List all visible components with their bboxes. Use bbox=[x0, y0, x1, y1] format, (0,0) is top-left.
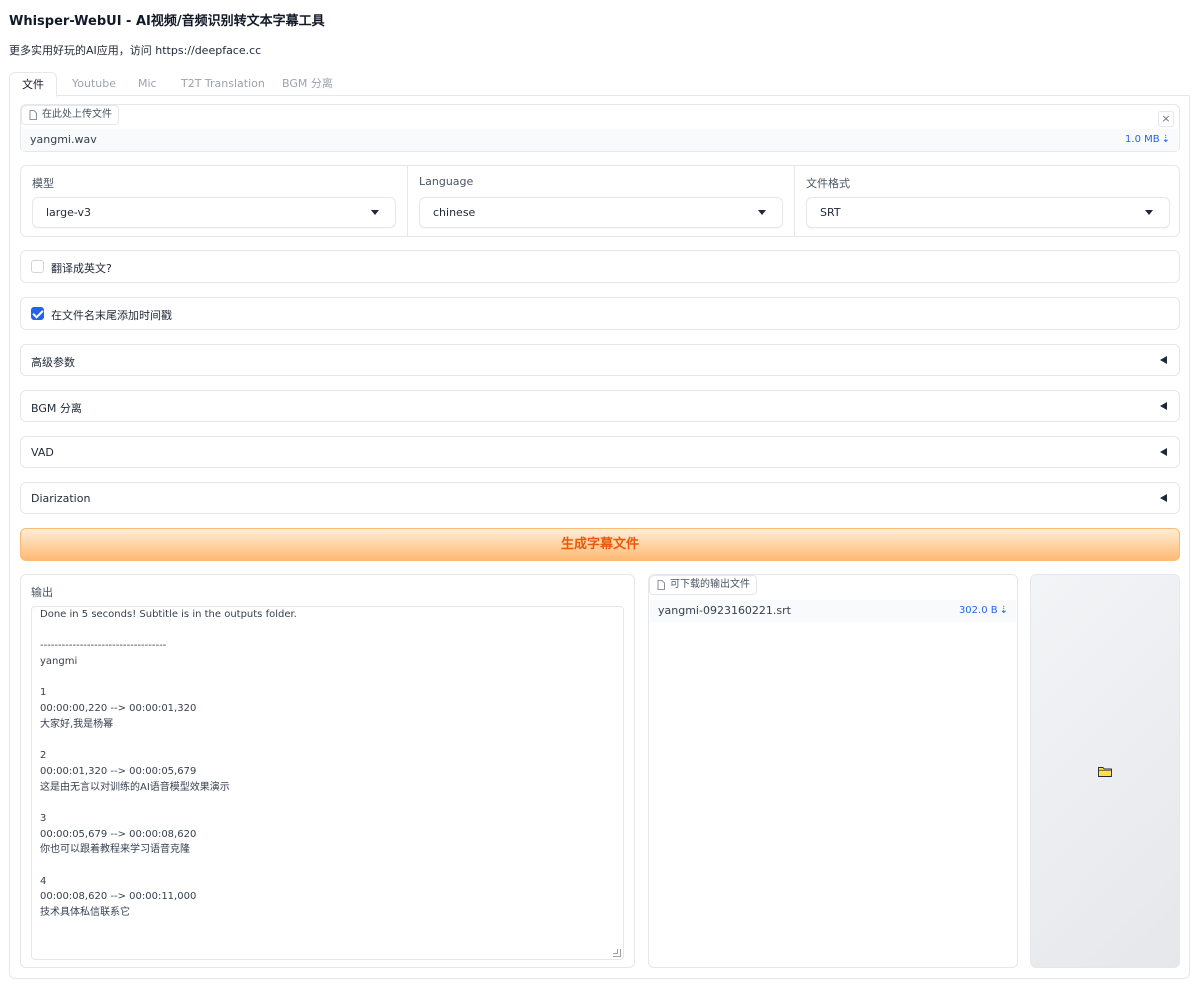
format-value: SRT bbox=[820, 206, 841, 219]
output-line: 2 bbox=[40, 750, 47, 762]
output-line: ----------------------------------- bbox=[40, 640, 167, 652]
model-value: large-v3 bbox=[46, 206, 92, 219]
output-line: 4 bbox=[40, 875, 47, 887]
uploaded-file-row: yangmi.wav 1.0 MB ⇣ bbox=[22, 129, 1178, 151]
translate-checkbox-row[interactable]: 翻译成英文? bbox=[20, 250, 1180, 283]
download-chip: 可下载的输出文件 bbox=[649, 575, 757, 595]
timestamp-checkbox-row[interactable]: 在文件名末尾添加时间戳 bbox=[20, 297, 1180, 330]
timestamp-checkbox-label: 在文件名末尾添加时间戳 bbox=[51, 309, 172, 322]
caret-left-icon bbox=[1160, 356, 1167, 364]
resize-handle-icon[interactable] bbox=[613, 949, 621, 957]
format-dropdown-group: 文件格式 SRT bbox=[795, 166, 1181, 236]
tab-file[interactable]: 文件 bbox=[9, 72, 57, 97]
app-subtitle: 更多实用好玩的AI应用，访问 https://deepface.cc bbox=[9, 44, 262, 57]
output-line: 3 bbox=[40, 812, 47, 824]
tab-t2t-translation[interactable]: T2T Translation bbox=[181, 72, 265, 96]
folder-icon[interactable] bbox=[1098, 766, 1112, 777]
output-file-name: yangmi-0923160221.srt bbox=[658, 604, 791, 617]
upload-chip-label: 在此处上传文件 bbox=[42, 109, 112, 120]
output-line: 00:00:00,220 --> 00:00:01,320 bbox=[40, 703, 197, 715]
file-upload[interactable]: 在此处上传文件 × yangmi.wav 1.0 MB ⇣ bbox=[20, 104, 1180, 152]
model-label: 模型 bbox=[32, 177, 54, 190]
output-line: 1 bbox=[40, 687, 47, 699]
file-icon bbox=[29, 110, 37, 120]
generate-subtitle-button[interactable]: 生成字幕文件 bbox=[20, 528, 1180, 561]
translate-checkbox-label: 翻译成英文? bbox=[51, 262, 112, 275]
output-line: yangmi bbox=[40, 656, 78, 668]
chevron-down-icon bbox=[371, 210, 379, 215]
model-select[interactable]: large-v3 bbox=[32, 197, 396, 228]
model-dropdown-group: 模型 large-v3 bbox=[21, 166, 407, 236]
output-label: 输出 bbox=[31, 586, 53, 599]
output-line: 大家好,我是杨幂 bbox=[40, 718, 114, 730]
uploaded-file-name: yangmi.wav bbox=[30, 133, 97, 146]
output-line: Done in 5 seconds! Subtitle is in the ou… bbox=[40, 609, 297, 620]
accordion-label: 高级参数 bbox=[31, 356, 75, 369]
accordion-label: Diarization bbox=[31, 492, 91, 505]
uploaded-file-size: 1.0 MB bbox=[1125, 134, 1160, 145]
chevron-down-icon bbox=[1145, 210, 1153, 215]
output-line: 00:00:01,320 --> 00:00:05,679 bbox=[40, 765, 197, 777]
translate-checkbox[interactable] bbox=[31, 260, 44, 273]
tab-mic[interactable]: Mic bbox=[138, 72, 157, 96]
language-dropdown-group: Language chinese bbox=[408, 166, 794, 236]
output-lines: Done in 5 seconds! Subtitle is in the ou… bbox=[40, 607, 615, 921]
download-panel: 可下载的输出文件 yangmi-0923160221.srt 302.0 B ⇣ bbox=[648, 574, 1018, 968]
download-icon: ⇣ bbox=[999, 605, 1008, 616]
accordion-vad[interactable]: VAD bbox=[20, 436, 1180, 468]
caret-left-icon bbox=[1160, 494, 1167, 502]
download-chip-label: 可下载的输出文件 bbox=[670, 579, 750, 590]
accordion-diarization[interactable]: Diarization bbox=[20, 482, 1180, 514]
output-line: 00:00:08,620 --> 00:00:11,000 bbox=[40, 891, 197, 903]
output-textarea[interactable]: Done in 5 seconds! Subtitle is in the ou… bbox=[31, 606, 624, 960]
language-value: chinese bbox=[433, 206, 476, 219]
file-icon bbox=[657, 580, 665, 590]
output-panel: 输出 Done in 5 seconds! Subtitle is in the… bbox=[20, 574, 635, 968]
upload-chip: 在此处上传文件 bbox=[21, 105, 119, 125]
accordion-label: BGM 分离 bbox=[31, 402, 82, 415]
output-line: 技术具体私信联系它 bbox=[40, 907, 130, 919]
output-file-row: yangmi-0923160221.srt 302.0 B ⇣ bbox=[650, 600, 1016, 622]
tab-bar: 文件 Youtube Mic T2T Translation BGM 分离 bbox=[9, 72, 1190, 97]
tab-panel-file: 在此处上传文件 × yangmi.wav 1.0 MB ⇣ 模型 large-v3… bbox=[9, 96, 1190, 979]
format-select[interactable]: SRT bbox=[806, 197, 1170, 228]
settings-row: 模型 large-v3 Language chinese 文件格式 SRT bbox=[20, 165, 1180, 237]
language-select[interactable]: chinese bbox=[419, 197, 783, 228]
output-file-size: 302.0 B bbox=[958, 605, 998, 616]
download-icon: ⇣ bbox=[1161, 134, 1170, 145]
accordion-label: VAD bbox=[31, 446, 54, 459]
output-line: 00:00:05,679 --> 00:00:08,620 bbox=[40, 828, 197, 840]
file-explorer-panel[interactable] bbox=[1030, 574, 1180, 968]
accordion-bgm-separation[interactable]: BGM 分离 bbox=[20, 390, 1180, 422]
timestamp-checkbox[interactable] bbox=[31, 307, 44, 320]
app-title: Whisper-WebUI - AI视频/音频识别转文本字幕工具 bbox=[9, 14, 325, 29]
output-file-download[interactable]: 302.0 B ⇣ bbox=[959, 600, 1008, 622]
caret-left-icon bbox=[1160, 402, 1167, 410]
clear-file-button[interactable]: × bbox=[1158, 111, 1174, 127]
output-line: 这是由无言以对训练的AI语音模型效果演示 bbox=[40, 781, 230, 793]
output-line: 你也可以跟着教程来学习语音克隆 bbox=[40, 844, 190, 856]
format-label: 文件格式 bbox=[806, 177, 850, 190]
caret-left-icon bbox=[1160, 448, 1167, 456]
language-label: Language bbox=[419, 175, 474, 188]
chevron-down-icon bbox=[758, 210, 766, 215]
close-icon: × bbox=[1161, 112, 1171, 125]
accordion-advanced-params[interactable]: 高级参数 bbox=[20, 344, 1180, 376]
uploaded-file-download[interactable]: 1.0 MB ⇣ bbox=[1125, 129, 1170, 151]
tab-youtube[interactable]: Youtube bbox=[72, 72, 116, 96]
tab-bgm-separation[interactable]: BGM 分离 bbox=[282, 72, 333, 96]
